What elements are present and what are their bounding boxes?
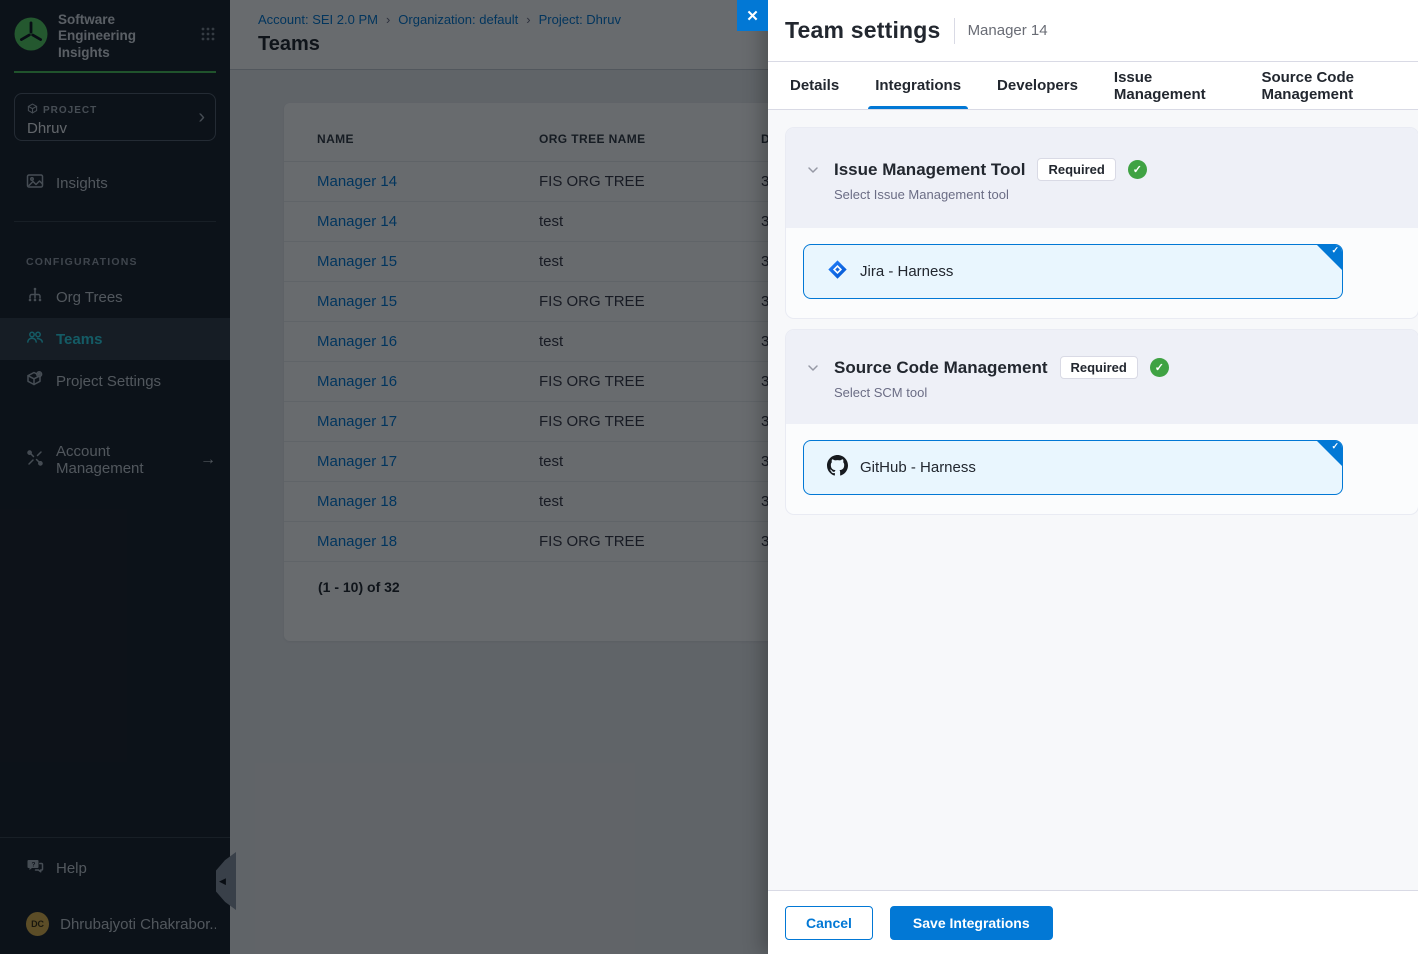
integration-card-github[interactable]: GitHub - Harness ✓: [803, 440, 1343, 495]
drawer-title: Team settings: [785, 17, 941, 44]
section-complete-check-icon: ✓: [1128, 160, 1147, 179]
app-root: Software Engineering Insights PROJECT Dh…: [0, 0, 1418, 954]
section-subtitle: Select Issue Management tool: [834, 187, 1147, 202]
github-icon: [827, 455, 848, 481]
section-complete-check-icon: ✓: [1150, 358, 1169, 377]
section-content: Jira - Harness ✓: [786, 228, 1418, 318]
section-subtitle: Select SCM tool: [834, 385, 1169, 400]
tab-details[interactable]: Details: [790, 62, 839, 109]
integration-card-jira[interactable]: Jira - Harness ✓: [803, 244, 1343, 299]
section-content: GitHub - Harness ✓: [786, 424, 1418, 514]
title-divider: [954, 18, 955, 44]
close-button[interactable]: ✕: [737, 0, 768, 31]
team-settings-drawer: Team settings Manager 14 Details Integra…: [768, 0, 1418, 954]
drawer-footer: Cancel Save Integrations: [768, 890, 1418, 954]
drawer-tabs: Details Integrations Developers Issue Ma…: [768, 62, 1418, 110]
drawer-subtitle: Manager 14: [968, 22, 1048, 39]
selected-check-icon: ✓: [1316, 440, 1343, 467]
section-title: Issue Management Tool: [834, 160, 1025, 180]
drawer-header: Team settings Manager 14: [768, 0, 1418, 62]
modal-overlay[interactable]: [0, 0, 768, 954]
tab-source-code-management[interactable]: Source Code Management: [1261, 62, 1418, 109]
section-title: Source Code Management: [834, 358, 1048, 378]
chevron-down-icon: [806, 361, 820, 380]
required-badge: Required: [1060, 356, 1138, 379]
tab-issue-management[interactable]: Issue Management: [1114, 62, 1226, 109]
integration-label: GitHub - Harness: [860, 459, 976, 476]
tab-developers[interactable]: Developers: [997, 62, 1078, 109]
section-source-code-management: Source Code Management Required ✓ Select…: [786, 330, 1418, 514]
section-header[interactable]: Source Code Management Required ✓ Select…: [786, 330, 1418, 424]
close-icon: ✕: [746, 7, 759, 25]
save-integrations-button[interactable]: Save Integrations: [890, 906, 1053, 940]
chevron-down-icon: [806, 163, 820, 182]
jira-icon: [827, 259, 848, 285]
required-badge: Required: [1037, 158, 1115, 181]
section-issue-management-tool: Issue Management Tool Required ✓ Select …: [786, 128, 1418, 318]
selected-check-icon: ✓: [1316, 244, 1343, 271]
integration-label: Jira - Harness: [860, 263, 953, 280]
tab-integrations[interactable]: Integrations: [875, 62, 961, 109]
cancel-button[interactable]: Cancel: [785, 906, 873, 940]
drawer-body: Issue Management Tool Required ✓ Select …: [768, 110, 1418, 890]
section-header[interactable]: Issue Management Tool Required ✓ Select …: [786, 128, 1418, 228]
